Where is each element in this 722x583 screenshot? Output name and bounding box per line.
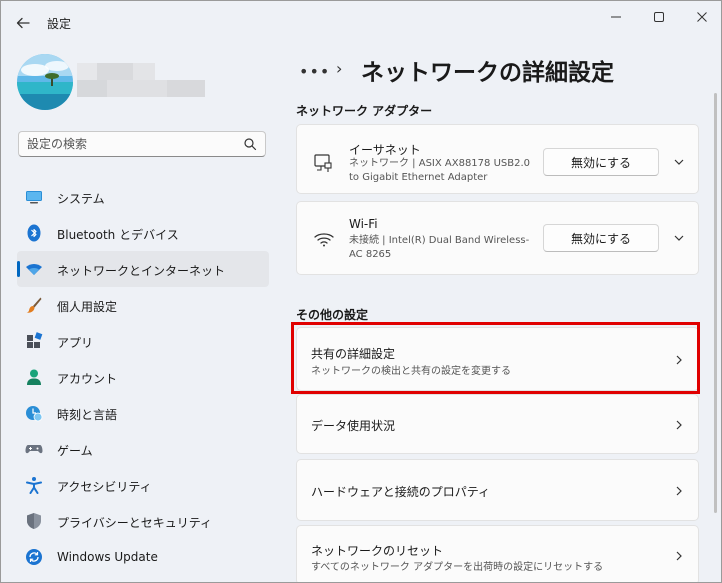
sidebar-item-system[interactable]: システム [17,179,269,215]
system-icon [25,188,43,206]
wifi-icon [25,260,43,278]
wifi-icon [314,233,334,247]
active-indicator [17,261,20,277]
minimize-icon [611,16,621,18]
sidebar-item-network[interactable]: ネットワークとインターネット [17,251,269,287]
search-input[interactable] [27,132,227,156]
advanced-sharing-settings-item[interactable]: 共有の詳細設定 ネットワークの検出と共有の設定を変更する [296,327,699,391]
title-bar: 設定 [1,1,721,45]
adapter-card-ethernet[interactable]: イーサネット ネットワーク | ASIX AX88178 USB2.0 to G… [296,124,699,194]
scrollbar[interactable] [714,93,717,513]
row-subtitle: ネットワークの検出と共有の設定を変更する [311,366,511,377]
sidebar-item-apps[interactable]: アプリ [17,323,269,359]
sidebar-item-time-language[interactable]: 時刻と言語 [17,395,269,431]
close-icon [697,12,707,22]
row-subtitle: すべてのネットワーク アダプターを出荷時の設定にリセットする [311,562,604,573]
chevron-right-icon [672,353,686,367]
adapters-section-title: ネットワーク アダプター [296,104,433,118]
sidebar-item-accounts[interactable]: アカウント [17,359,269,395]
adapter-description: 未接続 | Intel(R) Dual Band Wireless-AC 826… [349,235,530,260]
sidebar-nav: システム Bluetooth とデバイス ネットワークとインターネット 個人用設… [17,179,269,575]
sidebar-item-accessibility[interactable]: アクセシビリティ [17,467,269,503]
chevron-down-icon [674,235,684,241]
settings-window: 設定 設定の検索 システム Bluetooth とデバイス ネットワークとインタ… [0,0,722,583]
row-title: ハードウェアと接続のプロパティ [311,485,491,499]
row-title: データ使用状況 [311,419,396,433]
apps-icon [25,332,43,350]
close-button[interactable] [687,7,717,27]
brush-icon [25,296,43,314]
sidebar-item-windows-update[interactable]: Windows Update [17,539,269,575]
bluetooth-icon [25,224,43,242]
search-box[interactable] [18,131,266,157]
clock-globe-icon [25,404,43,422]
sidebar-item-label: Windows Update [57,550,158,564]
adapter-description: ネットワーク | ASIX AX88178 USB2.0 to Gigabit … [349,158,531,183]
data-usage-item[interactable]: データ使用状況 [296,394,699,454]
adapter-card-wifi[interactable]: Wi-Fi 未接続 | Intel(R) Dual Band Wireless-… [296,201,699,275]
minimize-button[interactable] [601,7,631,27]
avatar-beach-image [17,54,73,110]
expand-ethernet-button[interactable] [672,155,686,169]
accessibility-icon [25,476,43,494]
network-reset-item[interactable]: ネットワークのリセット すべてのネットワーク アダプターを出荷時の設定にリセット… [296,525,699,582]
sidebar-item-label: 時刻と言語 [57,408,118,422]
sidebar-item-label: システム [57,192,105,206]
sidebar-item-label: Bluetooth とデバイス [57,228,179,242]
adapter-name: Wi-Fi [349,217,378,231]
account-icon [25,368,43,386]
avatar[interactable] [17,54,73,110]
sidebar-item-label: ネットワークとインターネット [57,264,226,278]
ethernet-icon [314,154,332,172]
expand-wifi-button[interactable] [672,231,686,245]
sidebar-item-privacy[interactable]: プライバシーとセキュリティ [17,503,269,539]
sidebar-item-label: アカウント [57,372,118,386]
row-title: 共有の詳細設定 [311,347,396,361]
maximize-button[interactable] [644,7,674,27]
shield-icon [25,512,43,530]
sidebar-item-bluetooth[interactable]: Bluetooth とデバイス [17,215,269,251]
adapter-name: イーサネット [349,143,421,157]
other-section-title: その他の設定 [296,308,369,322]
sidebar-item-personalization[interactable]: 個人用設定 [17,287,269,323]
row-title: ネットワークのリセット [311,544,444,558]
sidebar-item-label: アクセシビリティ [57,480,152,494]
sidebar-item-gaming[interactable]: ゲーム [17,431,269,467]
sidebar-item-label: 個人用設定 [57,300,118,314]
search-icon [244,138,257,151]
sidebar-item-label: ゲーム [57,444,93,458]
username-blurred [77,63,205,97]
back-arrow-icon [16,17,30,29]
disable-ethernet-button[interactable]: 無効にする [543,148,659,176]
disable-wifi-button[interactable]: 無効にする [543,224,659,252]
back-button[interactable] [13,13,33,33]
chevron-right-icon [672,418,686,432]
chevron-right-icon [672,549,686,563]
page-title: ネットワークの詳細設定 [361,60,614,86]
app-title: 設定 [47,17,72,31]
maximize-icon [654,12,664,22]
sidebar-item-label: プライバシーとセキュリティ [57,516,213,530]
hardware-connection-properties-item[interactable]: ハードウェアと接続のプロパティ [296,459,699,521]
update-icon [25,548,43,566]
sidebar-item-label: アプリ [57,336,94,350]
breadcrumb-more-button[interactable]: ••• [299,62,330,81]
chevron-right-icon [672,484,686,498]
chevron-down-icon [674,159,684,165]
breadcrumb-separator: › [336,59,343,78]
gamepad-icon [25,440,43,458]
